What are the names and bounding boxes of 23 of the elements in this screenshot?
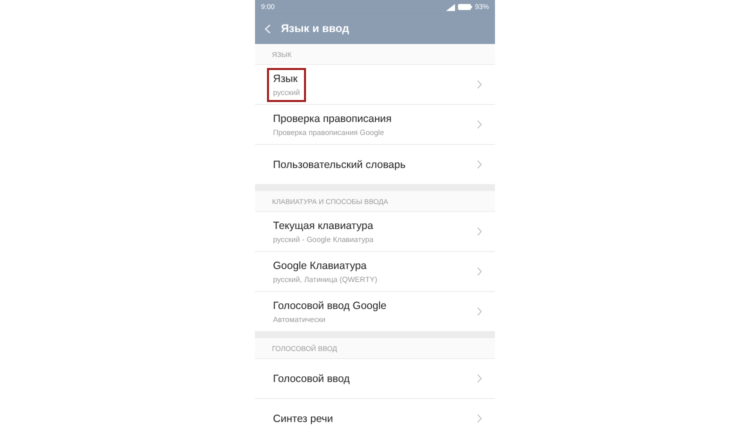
screen-title: Язык и ввод <box>281 23 350 35</box>
item-title: Синтез речи <box>273 412 333 424</box>
chevron-right-icon <box>477 267 482 276</box>
item-title: Текущая клавиатура <box>273 220 374 232</box>
chevron-right-icon <box>477 80 482 89</box>
settings-item[interactable]: Пользовательский словарь <box>255 145 495 185</box>
item-title: Пользовательский словарь <box>273 158 406 170</box>
settings-item[interactable]: Синтез речи <box>255 399 495 428</box>
item-title: Голосовой ввод Google <box>273 300 387 312</box>
settings-item[interactable]: Голосовой ввод <box>255 359 495 399</box>
chevron-right-icon <box>477 227 482 236</box>
chevron-right-icon <box>477 414 482 423</box>
chevron-right-icon <box>477 307 482 316</box>
signal-icon <box>446 4 455 10</box>
battery-icon <box>458 4 472 10</box>
item-title: Язык <box>273 72 299 84</box>
item-title: Голосовой ввод <box>273 372 350 384</box>
item-title: Проверка правописания <box>273 112 392 124</box>
item-title: Google Клавиатура <box>273 260 368 272</box>
chevron-right-icon <box>477 120 482 129</box>
chevron-right-icon <box>477 160 482 169</box>
back-icon[interactable] <box>264 24 271 34</box>
chevron-right-icon <box>477 374 482 383</box>
